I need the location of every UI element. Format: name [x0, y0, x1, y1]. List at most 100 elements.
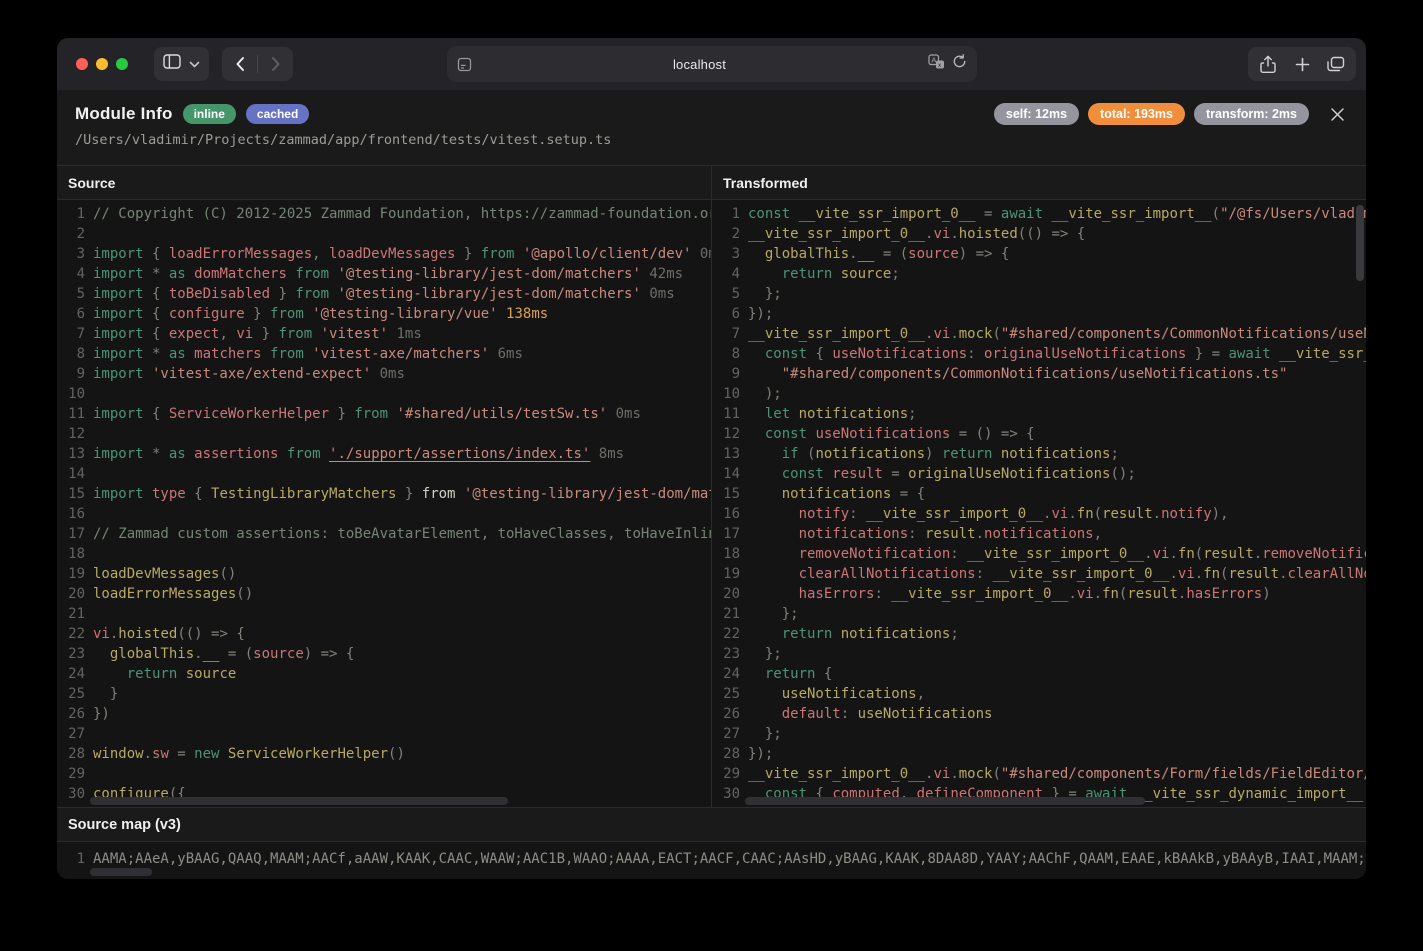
line-number: 30 — [57, 784, 85, 804]
code-line: 12 — [57, 424, 711, 444]
transformed-code: 1const __vite_ssr_import_0__ = await __v… — [712, 200, 1366, 807]
transformed-horizontal-scrollbar[interactable] — [745, 797, 1145, 805]
close-window-button[interactable] — [76, 58, 88, 70]
code-line: 9import 'vitest-axe/extend-expect' 0ms — [57, 364, 711, 384]
line-number: 13 — [57, 444, 85, 464]
line-number: 9 — [57, 364, 85, 384]
navigation-buttons — [222, 47, 293, 81]
line-number: 1 — [57, 204, 85, 224]
line-number: 4 — [57, 264, 85, 284]
line-number: 19 — [57, 564, 85, 584]
share-button[interactable] — [1251, 47, 1285, 81]
line-number: 8 — [712, 344, 740, 364]
source-panel-title: Source — [57, 166, 711, 200]
line-number: 27 — [712, 724, 740, 744]
line-number: 8 — [57, 344, 85, 364]
module-info-header: Module Info inlinecached self: 12mstotal… — [57, 90, 1366, 166]
code-line: 25 useNotifications, — [712, 684, 1366, 704]
line-number: 6 — [712, 304, 740, 324]
line-number: 24 — [712, 664, 740, 684]
toolbar-right-buttons — [1248, 47, 1356, 81]
line-number: 28 — [712, 744, 740, 764]
module-path: /Users/vladimir/Projects/zammad/app/fron… — [75, 132, 1348, 148]
forward-button[interactable] — [258, 47, 293, 81]
code-line: 19 clearAllNotifications: __vite_ssr_imp… — [712, 564, 1366, 584]
line-number: 17 — [57, 524, 85, 544]
line-number: 5 — [57, 284, 85, 304]
svg-text:A: A — [931, 56, 936, 65]
code-line: 10 — [57, 384, 711, 404]
code-line: 20loadErrorMessages() — [57, 584, 711, 604]
code-line: 13 if (notifications) return notificatio… — [712, 444, 1366, 464]
close-button[interactable] — [1326, 103, 1348, 125]
code-line: 1const __vite_ssr_import_0__ = await __v… — [712, 204, 1366, 224]
code-line: 23 globalThis.__ = (source) => { — [57, 644, 711, 664]
code-line: 6}); — [712, 304, 1366, 324]
code-line: 25 } — [57, 684, 711, 704]
sourcemap-code: 1AAMA;AAeA,yBAAG,QAAQ,MAAM;AACf,aAAW,KAA… — [57, 842, 1366, 879]
line-number: 2 — [57, 224, 85, 244]
code-line: 18 — [57, 544, 711, 564]
line-number: 19 — [712, 564, 740, 584]
stat-self: self: 12ms — [994, 103, 1079, 125]
code-line: 29__vite_ssr_import_0__.vi.mock("#shared… — [712, 764, 1366, 784]
code-line: 16 notify: __vite_ssr_import_0__.vi.fn(r… — [712, 504, 1366, 524]
line-number: 11 — [712, 404, 740, 424]
line-number: 21 — [57, 604, 85, 624]
translate-icon[interactable]: Ax — [928, 54, 945, 74]
code-line: 22vi.hoisted(() => { — [57, 624, 711, 644]
tab-overview-button[interactable] — [1319, 47, 1353, 81]
code-line: 6import { configure } from '@testing-lib… — [57, 304, 711, 324]
module-link[interactable]: './support/assertions/index.ts' — [329, 446, 590, 462]
line-number: 23 — [712, 644, 740, 664]
code-line: 11 let notifications; — [712, 404, 1366, 424]
code-line: 21 — [57, 604, 711, 624]
line-number: 25 — [712, 684, 740, 704]
back-button[interactable] — [222, 47, 257, 81]
zoom-window-button[interactable] — [116, 58, 128, 70]
code-line: 3import { loadErrorMessages, loadDevMess… — [57, 244, 711, 264]
address-bar[interactable]: localhost Ax — [447, 46, 977, 82]
line-number: 30 — [712, 784, 740, 804]
line-number: 14 — [712, 464, 740, 484]
badge-cached: cached — [246, 104, 309, 124]
line-number: 17 — [712, 524, 740, 544]
line-number: 1 — [712, 204, 740, 224]
code-line: 24 return source — [57, 664, 711, 684]
transformed-vertical-scrollbar[interactable] — [1356, 205, 1364, 281]
line-number: 3 — [712, 244, 740, 264]
line-number: 29 — [712, 764, 740, 784]
code-line: 27 }; — [712, 724, 1366, 744]
line-number: 20 — [57, 584, 85, 604]
line-number: 26 — [712, 704, 740, 724]
page-title: Module Info — [75, 104, 173, 124]
line-number: 20 — [712, 584, 740, 604]
sidebar-toggle-button[interactable] — [154, 47, 209, 81]
line-number: 12 — [57, 424, 85, 444]
code-line: 23 }; — [712, 644, 1366, 664]
code-line: 14 const result = originalUseNotificatio… — [712, 464, 1366, 484]
minimize-window-button[interactable] — [96, 58, 108, 70]
line-number: 9 — [712, 364, 740, 384]
module-badges: inlinecached — [173, 104, 310, 124]
line-number: 3 — [57, 244, 85, 264]
timing-stats: self: 12mstotal: 193mstransform: 2ms — [994, 103, 1309, 125]
code-line: 18 removeNotification: __vite_ssr_import… — [712, 544, 1366, 564]
page-settings-icon[interactable] — [457, 57, 472, 72]
line-number: 6 — [57, 304, 85, 324]
code-line: 12 const useNotifications = () => { — [712, 424, 1366, 444]
sourcemap-horizontal-scrollbar[interactable] — [90, 868, 152, 876]
code-line: 8import * as matchers from 'vitest-axe/m… — [57, 344, 711, 364]
line-number: 28 — [57, 744, 85, 764]
line-number: 29 — [57, 764, 85, 784]
url-text: localhost — [472, 57, 928, 72]
transformed-panel: Transformed 1const __vite_ssr_import_0__… — [712, 166, 1366, 807]
new-tab-button[interactable] — [1285, 47, 1319, 81]
code-line: 13import * as assertions from './support… — [57, 444, 711, 464]
sidebar-icon — [163, 54, 181, 74]
line-number: 16 — [57, 504, 85, 524]
source-horizontal-scrollbar[interactable] — [90, 797, 508, 805]
code-line: 8 const { useNotifications: originalUseN… — [712, 344, 1366, 364]
reload-icon[interactable] — [952, 54, 967, 74]
code-line: 19loadDevMessages() — [57, 564, 711, 584]
